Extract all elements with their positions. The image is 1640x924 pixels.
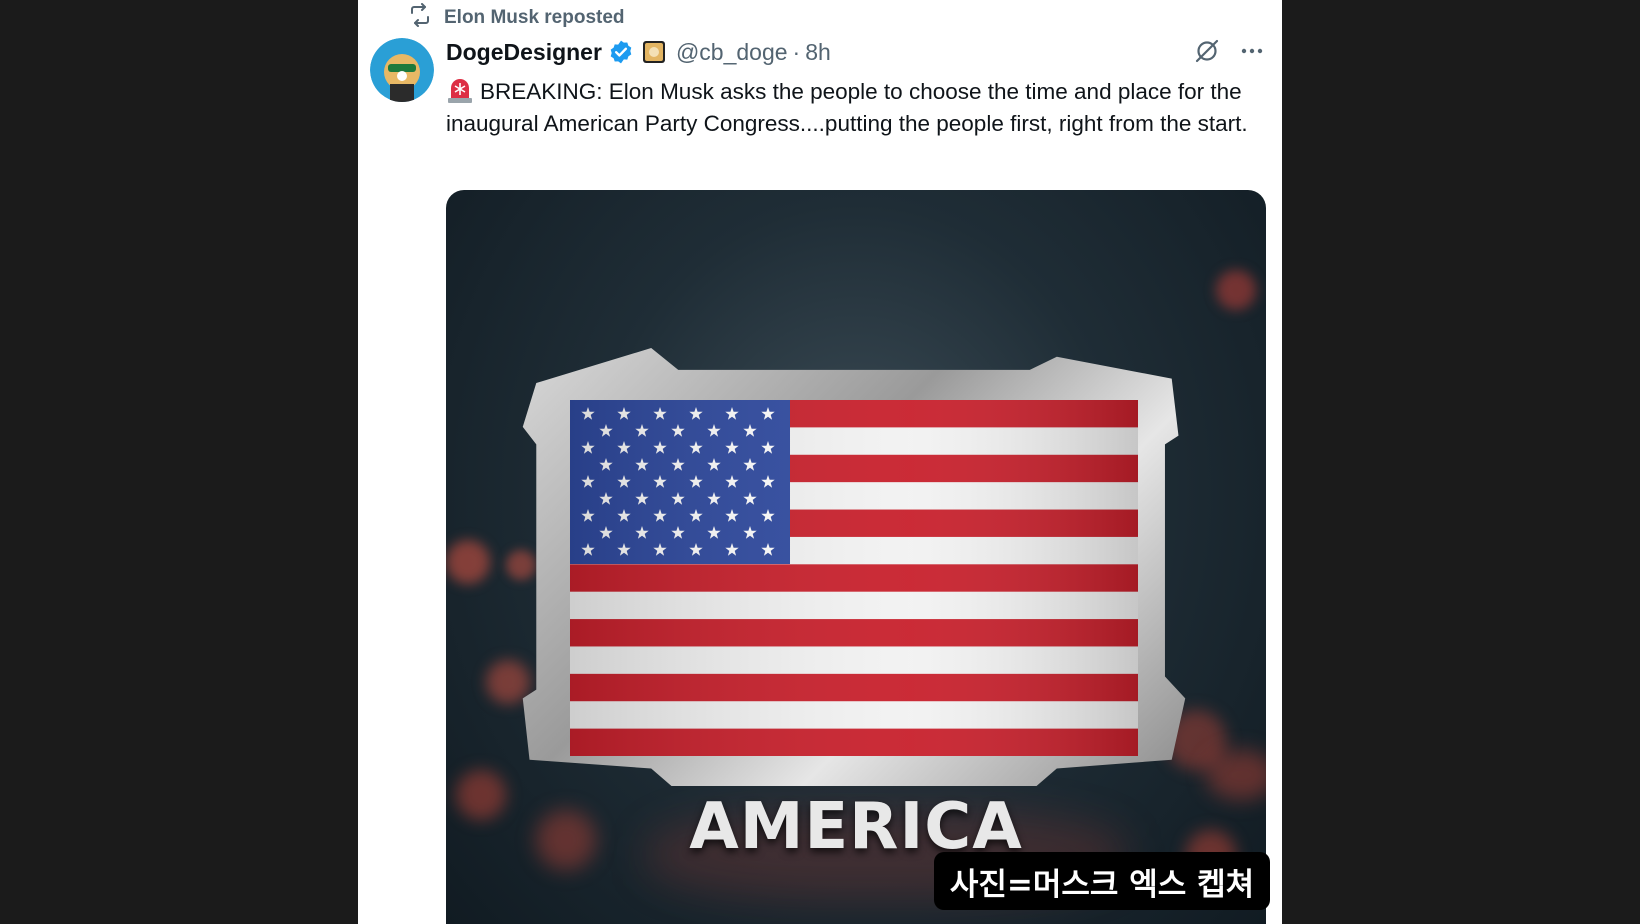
bokeh-light (446, 540, 490, 584)
display-name[interactable]: DogeDesigner (446, 39, 602, 66)
handle[interactable]: @cb_doge (676, 39, 788, 66)
repost-icon (408, 3, 432, 33)
timestamp[interactable]: 8h (805, 39, 831, 66)
photo-credit-caption: 사진=머스크 엑스 켑쳐 (934, 852, 1270, 910)
post-card[interactable]: Elon Musk reposted DogeDesigner @cb_doge… (358, 0, 1282, 924)
american-flag (570, 400, 1138, 756)
avatar[interactable] (370, 38, 434, 102)
tweet-body: BREAKING: Elon Musk asks the people to c… (446, 79, 1248, 136)
repost-label: Elon Musk reposted (444, 7, 625, 28)
bokeh-light (506, 550, 536, 580)
tweet-text: BREAKING: Elon Musk asks the people to c… (446, 76, 1266, 139)
bokeh-light (486, 660, 530, 704)
more-options-icon[interactable] (1240, 39, 1264, 63)
separator: · (792, 38, 801, 65)
verified-badge-icon[interactable] (608, 39, 634, 65)
bokeh-light (1216, 270, 1256, 310)
post-header: DogeDesigner @cb_doge · 8h (446, 36, 831, 68)
header-actions (1194, 38, 1264, 64)
affiliate-badge-icon[interactable] (642, 40, 666, 64)
media-image[interactable]: AMERICA (446, 190, 1266, 924)
grok-icon[interactable] (1194, 38, 1220, 64)
repost-indicator[interactable]: Elon Musk reposted (408, 3, 625, 33)
rotating-light-emoji-icon (448, 79, 472, 103)
